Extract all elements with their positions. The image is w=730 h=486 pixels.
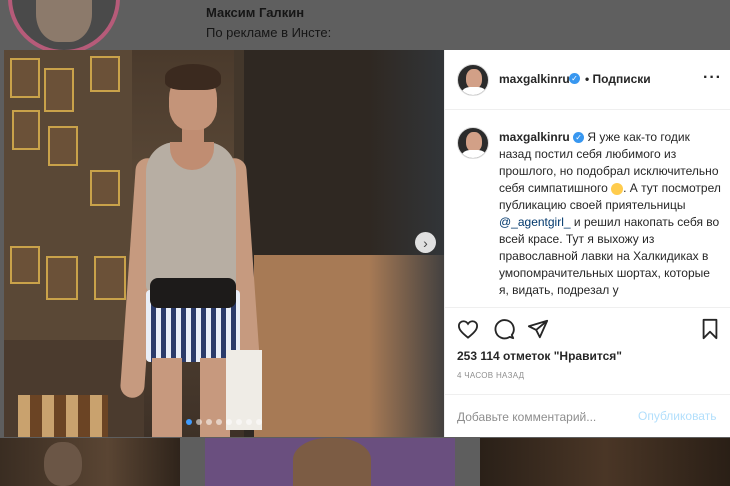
- verified-badge-icon: ✓: [569, 73, 580, 84]
- caption-text: maxgalkinru ✓ Я уже как-то годик назад п…: [499, 129, 721, 299]
- verified-badge-icon: ✓: [573, 132, 585, 144]
- bookmark-icon: [702, 318, 718, 340]
- following-button[interactable]: • Подписки: [585, 72, 651, 86]
- carousel-dot: [196, 419, 202, 425]
- waist-bag: [150, 278, 236, 308]
- comment-input[interactable]: [457, 407, 627, 427]
- carousel-dot: [186, 419, 192, 425]
- comment-icon: [494, 319, 515, 340]
- post-timestamp: 4 ЧАСОВ НАЗАД: [457, 371, 525, 380]
- heart-icon: [457, 320, 479, 339]
- post-modal: › maxgalkinru ✓ • Подписки ··· maxgalkin…: [4, 50, 730, 437]
- caption-username[interactable]: maxgalkinru: [499, 130, 570, 144]
- share-button[interactable]: [527, 318, 549, 340]
- carousel-dots: [4, 419, 444, 425]
- background-avatar: [8, 0, 120, 54]
- carousel-dot: [226, 419, 232, 425]
- background-thumbnail: [205, 438, 455, 486]
- next-photo-button[interactable]: ›: [415, 232, 436, 253]
- background-thumbnail: [480, 438, 730, 486]
- likes-count[interactable]: 253 114 отметок "Нравится": [457, 349, 622, 363]
- post-photo[interactable]: ›: [4, 50, 444, 437]
- publish-button[interactable]: Опубликовать: [638, 409, 716, 423]
- carousel-dot: [256, 419, 262, 425]
- following-label: Подписки: [592, 72, 651, 86]
- post-sidebar: maxgalkinru ✓ • Подписки ··· maxgalkinru…: [444, 50, 730, 437]
- smile-emoji-icon: [611, 182, 624, 195]
- send-icon: [527, 319, 549, 339]
- comment-bar: Опубликовать: [445, 394, 730, 438]
- like-button[interactable]: [457, 318, 479, 340]
- post-caption: maxgalkinru ✓ Я уже как-то годик назад п…: [445, 111, 730, 307]
- background-post-header: Максим Галкин По рекламе в Инсте:: [0, 0, 730, 54]
- author-username[interactable]: maxgalkinru: [499, 72, 570, 86]
- background-author-name: Максим Галкин: [206, 5, 305, 20]
- carousel-dot: [216, 419, 222, 425]
- mention-link[interactable]: @_agentgirl_: [499, 215, 571, 229]
- avatar[interactable]: [457, 127, 489, 159]
- post-header: maxgalkinru ✓ • Подписки ···: [445, 50, 730, 110]
- chevron-right-icon: ›: [423, 234, 428, 251]
- post-actions: 253 114 отметок "Нравится" 4 ЧАСОВ НАЗАД…: [445, 307, 730, 437]
- more-horizontal-icon[interactable]: ···: [703, 69, 722, 87]
- carousel-dot: [236, 419, 242, 425]
- avatar[interactable]: [457, 64, 489, 96]
- carousel-dot: [246, 419, 252, 425]
- save-button[interactable]: [699, 318, 721, 340]
- background-author-text: По рекламе в Инсте:: [206, 25, 332, 40]
- background-thumbnail: [0, 438, 180, 486]
- comment-button[interactable]: [493, 318, 515, 340]
- separator-dot: •: [585, 72, 590, 86]
- carousel-dot: [206, 419, 212, 425]
